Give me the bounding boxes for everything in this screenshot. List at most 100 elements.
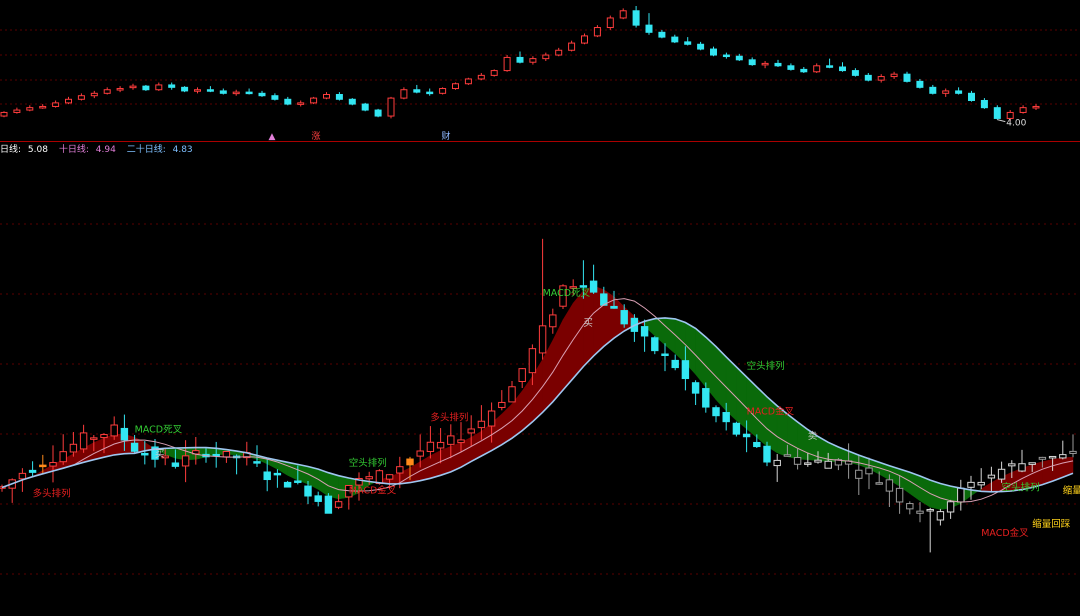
overview-candle	[181, 86, 189, 92]
candle	[1048, 455, 1057, 459]
candle	[855, 469, 863, 479]
candle	[1028, 462, 1036, 465]
candle	[957, 487, 965, 503]
low-marker-line	[997, 119, 1006, 123]
candle	[39, 464, 47, 468]
overview-candle	[542, 54, 550, 60]
candle	[977, 481, 985, 486]
candle	[69, 443, 78, 453]
signal-label: 多头排列	[33, 488, 71, 500]
overview-candle	[452, 83, 459, 90]
candle	[783, 454, 792, 457]
candle	[263, 471, 271, 481]
candle	[814, 459, 822, 463]
candle	[620, 310, 628, 325]
overview-candle	[194, 89, 201, 92]
overview-candle	[503, 56, 511, 72]
candle	[661, 353, 669, 357]
overview-candle	[168, 84, 176, 88]
overview-candle	[968, 92, 975, 101]
candle	[457, 439, 465, 444]
overview-candle	[993, 107, 1001, 119]
overview-candle	[1019, 107, 1027, 113]
main-chart: 多头排列MACD死叉空头排列MACD金叉多头排列MACD死叉空头排列MACD金叉…	[0, 223, 1080, 575]
bear-zone	[929, 479, 941, 510]
candle	[763, 445, 771, 463]
candle	[722, 412, 730, 423]
candle	[1008, 463, 1016, 467]
bull-zone	[552, 319, 564, 403]
overview-candle	[826, 65, 834, 68]
overview-candle	[890, 73, 898, 78]
overview-candle	[697, 43, 705, 50]
overview-candle	[632, 10, 640, 26]
candle	[59, 451, 67, 463]
candle	[171, 462, 180, 467]
overview-candle	[568, 42, 576, 51]
overview-candle	[490, 70, 498, 76]
overview-candle	[774, 62, 782, 67]
low-price-label: 4.00	[1006, 119, 1026, 129]
candle	[712, 407, 720, 417]
candle	[100, 434, 108, 439]
overview-candle	[877, 76, 885, 81]
signal-label: MACD金叉	[747, 405, 795, 417]
signal-label: MACD金叉	[981, 527, 1029, 539]
overview-candle	[65, 98, 72, 104]
overview-candle	[851, 70, 859, 76]
overview-candle	[90, 92, 98, 97]
candle	[865, 467, 873, 475]
overview-candle	[39, 105, 47, 109]
overview-candle	[245, 91, 253, 95]
signal-label: 空头排列	[747, 360, 785, 372]
overview-candle	[787, 65, 795, 70]
overview-candle	[555, 49, 563, 56]
candle	[589, 280, 598, 293]
candle	[732, 422, 741, 435]
overview-candle	[13, 109, 21, 113]
candle	[324, 495, 333, 514]
overview-candle	[374, 109, 382, 117]
overview-candle	[619, 10, 627, 19]
overview-chart: 4.00 ▲ 涨 财	[0, 6, 1080, 142]
candle	[28, 469, 37, 473]
candle	[467, 428, 475, 434]
overview-candle	[284, 98, 292, 105]
candle	[793, 457, 802, 465]
signal-label: MACD死叉	[135, 425, 183, 436]
overview-candle	[413, 89, 421, 93]
bear-zone	[328, 472, 339, 500]
candle	[885, 479, 894, 492]
candle	[1018, 463, 1026, 472]
candle	[1069, 450, 1077, 454]
overview-candle	[929, 86, 937, 94]
candle	[528, 348, 537, 374]
overview-candle	[710, 48, 717, 56]
candle	[222, 451, 231, 458]
candle	[375, 470, 384, 485]
candle	[640, 326, 649, 337]
overview-candle	[26, 107, 34, 111]
overview-candle	[323, 94, 330, 99]
candle	[79, 432, 88, 450]
overview-candle	[1006, 111, 1014, 119]
candle	[610, 305, 618, 309]
signal-label: 缩量回踩	[1032, 518, 1071, 530]
overview-candle	[52, 102, 60, 107]
overview-candle	[155, 84, 163, 91]
candle	[212, 453, 220, 457]
signal-label: 空头排列	[1002, 482, 1040, 494]
overview-candle	[361, 103, 369, 111]
candle	[518, 368, 526, 382]
overview-candle	[839, 66, 846, 72]
candle	[130, 442, 139, 452]
overview-candle	[439, 88, 447, 94]
candle	[671, 359, 679, 369]
overview-candle	[761, 62, 769, 66]
candle	[926, 508, 934, 512]
candle	[273, 472, 282, 476]
bear-zone	[287, 461, 299, 481]
candle	[314, 495, 322, 502]
candle	[875, 482, 883, 485]
overview-candle	[387, 97, 395, 117]
